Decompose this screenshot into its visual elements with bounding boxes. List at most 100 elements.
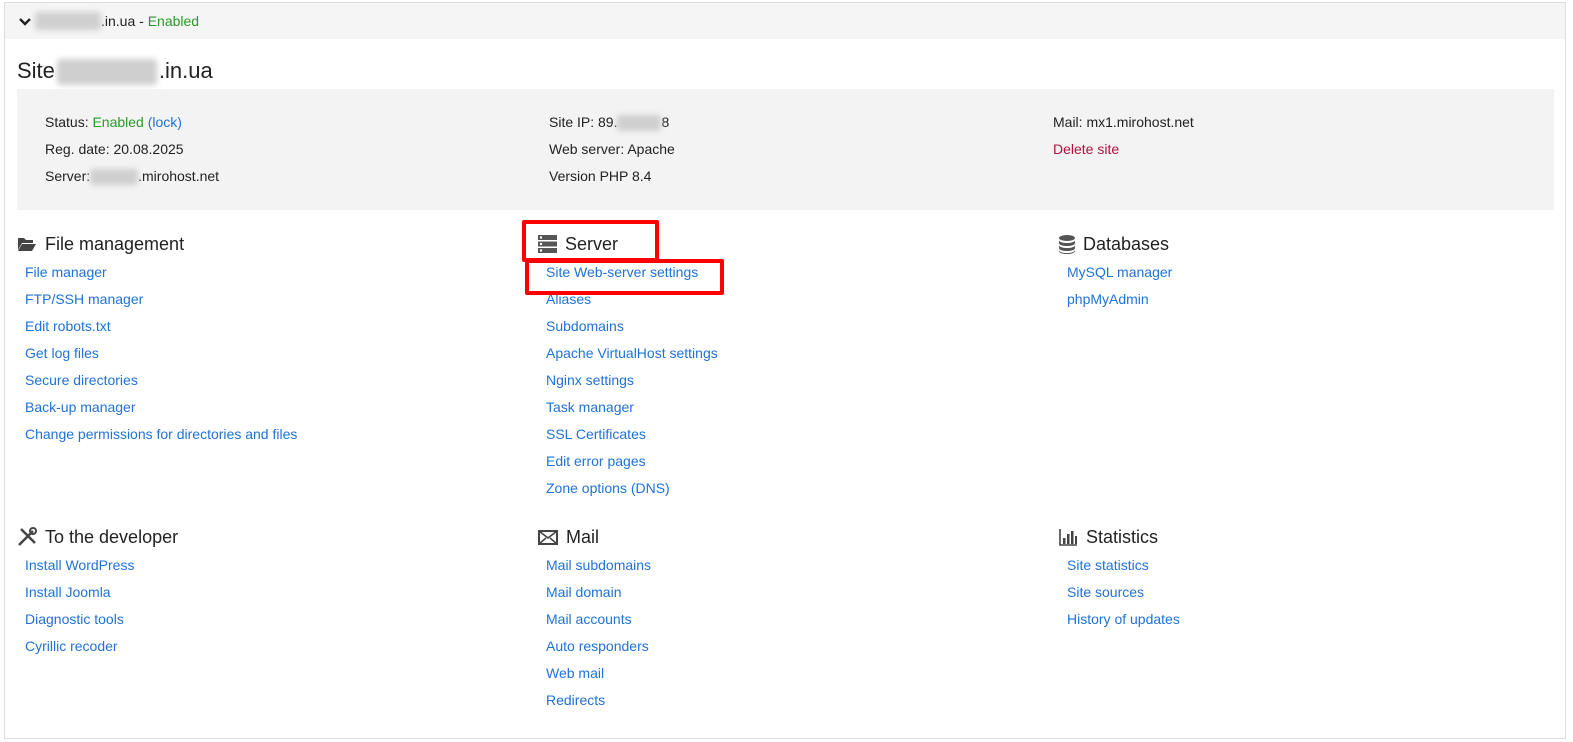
site-header-toggle[interactable]: .in.ua - Enabled bbox=[5, 3, 1565, 39]
folder-open-icon bbox=[18, 238, 36, 251]
link-list: MySQL manager phpMyAdmin bbox=[1059, 262, 1559, 316]
title-suffix: .in.ua bbox=[158, 58, 213, 83]
link-file-manager[interactable]: File manager bbox=[25, 264, 107, 280]
list-item: File manager bbox=[25, 262, 517, 289]
list-item: Redirects bbox=[546, 690, 1038, 717]
list-item: Nginx settings bbox=[546, 370, 1038, 397]
list-item: Edit error pages bbox=[546, 451, 1038, 478]
link-mail-subdomains[interactable]: Mail subdomains bbox=[546, 557, 651, 573]
link-secure-directories[interactable]: Secure directories bbox=[25, 372, 138, 388]
link-web-mail[interactable]: Web mail bbox=[546, 665, 604, 681]
list-item: Mail subdomains bbox=[546, 555, 1038, 582]
link-install-wordpress[interactable]: Install WordPress bbox=[25, 557, 134, 573]
section-title: Mail bbox=[566, 526, 600, 547]
status-value: Enabled bbox=[92, 114, 144, 130]
link-mail-accounts[interactable]: Mail accounts bbox=[546, 611, 632, 627]
redacted-domain bbox=[35, 12, 101, 30]
link-site-sources[interactable]: Site sources bbox=[1067, 584, 1144, 600]
header-domain-suffix: .in.ua bbox=[101, 13, 136, 29]
link-back-up-manager[interactable]: Back-up manager bbox=[25, 399, 136, 415]
site-panel: .in.ua - Enabled Site .in.ua Status: Enab… bbox=[4, 2, 1566, 739]
link-edit-error-pages[interactable]: Edit error pages bbox=[546, 453, 646, 469]
server-row: Server: .mirohost.net bbox=[45, 168, 219, 195]
link-change-permissions-for-directories-and-files[interactable]: Change permissions for directories and f… bbox=[25, 426, 297, 442]
link-subdomains[interactable]: Subdomains bbox=[546, 318, 624, 334]
link-history-of-updates[interactable]: History of updates bbox=[1067, 611, 1180, 627]
link-diagnostic-tools[interactable]: Diagnostic tools bbox=[25, 611, 124, 627]
section-statistics: Statistics Site statistics Site sources Hi… bbox=[1059, 525, 1559, 636]
section-title: Statistics bbox=[1086, 526, 1159, 547]
list-item: FTP/SSH manager bbox=[25, 289, 517, 316]
link-list: File manager FTP/SSH manager Edit robots.t… bbox=[17, 262, 517, 451]
redacted-domain bbox=[56, 59, 157, 86]
php-version: Version PHP 8.4 bbox=[549, 168, 652, 184]
list-item: Web mail bbox=[546, 663, 1038, 690]
tools-icon bbox=[18, 527, 37, 546]
section-mail: Mail Mail subdomains Mail domain Mail acco… bbox=[538, 525, 1038, 717]
link-redirects[interactable]: Redirects bbox=[546, 692, 605, 708]
section-developer: To the developer Install WordPress Instal… bbox=[17, 525, 517, 663]
server-label: Server: bbox=[45, 168, 91, 184]
list-item: MySQL manager bbox=[1067, 262, 1559, 289]
envelope-icon bbox=[538, 529, 558, 545]
list-item: Diagnostic tools bbox=[25, 609, 517, 636]
web-server: Web server: Apache bbox=[549, 141, 675, 157]
link-list: Site Web-server settings Aliases Subdomain… bbox=[538, 262, 1038, 505]
list-item: Site statistics bbox=[1067, 555, 1559, 582]
database-icon bbox=[1059, 234, 1075, 254]
list-item: Get log files bbox=[25, 343, 517, 370]
link-task-manager[interactable]: Task manager bbox=[546, 399, 634, 415]
section-databases: Databases MySQL manager phpMyAdmin bbox=[1059, 232, 1559, 316]
link-phpmyadmin[interactable]: phpMyAdmin bbox=[1067, 291, 1149, 307]
link-site-statistics[interactable]: Site statistics bbox=[1067, 557, 1149, 573]
mail-server: Mail: mx1.mirohost.net bbox=[1053, 114, 1194, 130]
title-prefix: Site bbox=[17, 58, 55, 83]
list-item: Zone options (DNS) bbox=[546, 478, 1038, 505]
chevron-down-icon bbox=[19, 18, 31, 26]
highlight-box-server bbox=[522, 220, 659, 262]
list-item: Mail accounts bbox=[546, 609, 1038, 636]
site-info-panel: Status: Enabled (lock) Reg. date: 20.08.… bbox=[17, 89, 1554, 210]
list-item: Auto responders bbox=[546, 636, 1038, 663]
list-item: Secure directories bbox=[25, 370, 517, 397]
highlight-box-web-server-settings bbox=[525, 259, 724, 295]
status-row: Status: Enabled (lock) bbox=[45, 114, 219, 141]
link-mail-domain[interactable]: Mail domain bbox=[546, 584, 621, 600]
list-item: Install WordPress bbox=[25, 555, 517, 582]
link-get-log-files[interactable]: Get log files bbox=[25, 345, 99, 361]
link-nginx-settings[interactable]: Nginx settings bbox=[546, 372, 634, 388]
header-separator: - bbox=[135, 13, 148, 29]
list-item: Change permissions for directories and f… bbox=[25, 424, 517, 451]
link-list: Install WordPress Install Joomla Diagnosti… bbox=[17, 555, 517, 663]
site-ip-row: Site IP: 89. 8 bbox=[549, 114, 675, 141]
link-zone-options-dns[interactable]: Zone options (DNS) bbox=[546, 480, 670, 496]
link-ftp-ssh-manager[interactable]: FTP/SSH manager bbox=[25, 291, 143, 307]
list-item: Back-up manager bbox=[25, 397, 517, 424]
list-item: Install Joomla bbox=[25, 582, 517, 609]
bar-chart-icon bbox=[1059, 529, 1077, 546]
site-ip-label: Site IP: 89. bbox=[549, 114, 618, 130]
link-apache-virtualhost-settings[interactable]: Apache VirtualHost settings bbox=[546, 345, 718, 361]
list-item: Subdomains bbox=[546, 316, 1038, 343]
redacted-ip bbox=[617, 115, 662, 132]
redacted-server bbox=[90, 169, 139, 186]
link-ssl-certificates[interactable]: SSL Certificates bbox=[546, 426, 646, 442]
delete-site-link[interactable]: Delete site bbox=[1053, 141, 1119, 157]
list-item: Task manager bbox=[546, 397, 1038, 424]
reg-date: Reg. date: 20.08.2025 bbox=[45, 141, 184, 157]
page-title: Site .in.ua bbox=[17, 58, 213, 86]
link-install-joomla[interactable]: Install Joomla bbox=[25, 584, 111, 600]
section-title: Databases bbox=[1083, 233, 1170, 254]
section-file-management: File management File manager FTP/SSH mana… bbox=[17, 232, 517, 451]
list-item: Edit robots.txt bbox=[25, 316, 517, 343]
link-cyrillic-recoder[interactable]: Cyrillic recoder bbox=[25, 638, 118, 654]
link-auto-responders[interactable]: Auto responders bbox=[546, 638, 649, 654]
link-list: Mail subdomains Mail domain Mail accounts A… bbox=[538, 555, 1038, 717]
lock-link[interactable]: (lock) bbox=[148, 114, 182, 130]
link-edit-robots-txt[interactable]: Edit robots.txt bbox=[25, 318, 111, 334]
header-status: Enabled bbox=[147, 13, 200, 29]
link-mysql-manager[interactable]: MySQL manager bbox=[1067, 264, 1172, 280]
list-item: Apache VirtualHost settings bbox=[546, 343, 1038, 370]
section-title: To the developer bbox=[45, 526, 179, 547]
list-item: Cyrillic recoder bbox=[25, 636, 517, 663]
